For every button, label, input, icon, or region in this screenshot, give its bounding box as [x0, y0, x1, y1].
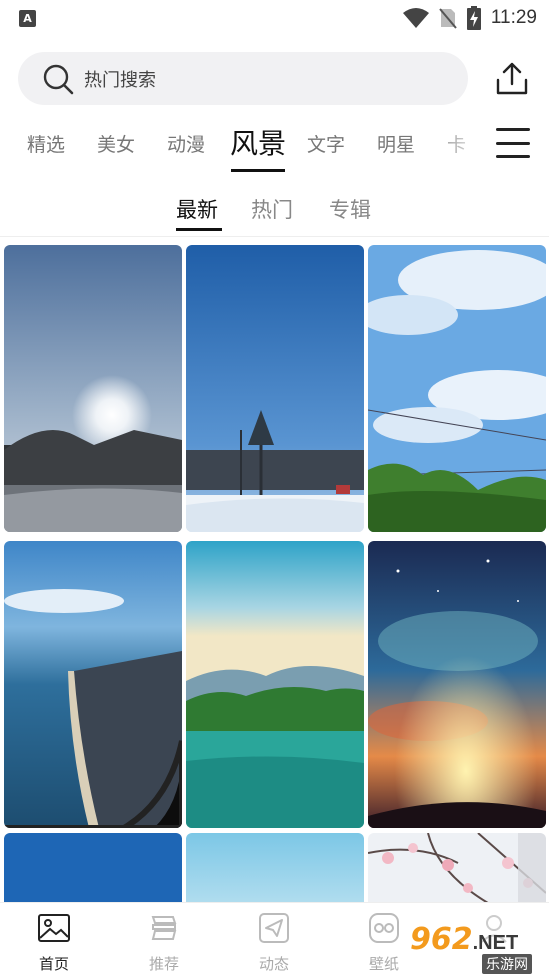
tab-category-6[interactable]: 卡	[447, 130, 466, 157]
tab-category-1[interactable]: 美女	[97, 130, 135, 157]
image-icon	[38, 914, 70, 942]
category-tabs: 精选 美女 动漫 风景 文字 明星 卡	[0, 118, 549, 174]
nav-recommend[interactable]: 推荐	[124, 911, 204, 974]
wallpaper-tile[interactable]	[186, 245, 364, 532]
wallpaper-image	[368, 541, 546, 828]
wifi-icon	[402, 8, 429, 28]
wallpaper-image	[4, 833, 182, 902]
subtab-0[interactable]: 最新	[176, 194, 218, 224]
active-subtab-indicator	[176, 228, 222, 231]
clock: 11:29	[490, 7, 537, 28]
wallpaper-tile[interactable]	[368, 833, 546, 902]
subtab-1[interactable]: 热门	[251, 194, 293, 224]
wallpaper-tile[interactable]	[4, 833, 182, 902]
tab-category-3[interactable]: 风景	[230, 122, 286, 162]
search-placeholder: 热门搜索	[84, 69, 156, 91]
nav-home[interactable]: 首页	[14, 911, 94, 974]
menu-line	[496, 141, 530, 145]
notification-a-icon: A	[19, 10, 36, 27]
menu-line	[496, 128, 530, 131]
active-tab-indicator	[231, 169, 285, 172]
search-input[interactable]: 热门搜索	[18, 52, 468, 105]
nav-label: 首页	[38, 955, 69, 973]
search-icon	[43, 64, 74, 94]
tab-category-5[interactable]: 明星	[377, 130, 415, 157]
tab-category-0[interactable]: 精选	[27, 130, 65, 157]
tab-category-4[interactable]: 文字	[307, 130, 345, 157]
wallpaper-tile[interactable]	[4, 541, 182, 828]
tab-category-2[interactable]: 动漫	[167, 130, 205, 157]
recommend-icon	[151, 916, 177, 940]
wallpaper-image	[186, 541, 364, 828]
wallpaper-image	[186, 833, 364, 902]
subtab-2[interactable]: 专辑	[329, 194, 371, 224]
battery-charging-icon	[466, 6, 481, 30]
wallpaper-image	[368, 833, 546, 902]
upload-icon[interactable]	[493, 60, 531, 98]
wallpaper-icon	[369, 913, 399, 943]
wallpaper-image	[368, 245, 546, 532]
wallpaper-image	[186, 245, 364, 532]
watermark-logo: 962.NET 乐游网	[410, 922, 545, 974]
watermark-number: 962	[410, 922, 473, 957]
nav-label: 动态	[258, 955, 289, 973]
wallpaper-image	[4, 245, 182, 532]
wallpaper-image	[4, 541, 182, 828]
wallpaper-tile[interactable]	[368, 245, 546, 532]
wallpaper-tile[interactable]	[368, 541, 546, 828]
watermark-domain: .NET	[472, 932, 519, 954]
status-bar: A 11:29	[0, 0, 549, 36]
menu-icon[interactable]	[496, 124, 530, 162]
menu-line	[496, 155, 530, 158]
wallpaper-tile[interactable]	[4, 245, 182, 532]
watermark-subtitle: 乐游网	[482, 954, 532, 974]
paper-plane-icon	[259, 913, 289, 943]
wallpaper-tile[interactable]	[186, 541, 364, 828]
no-sim-icon	[439, 8, 457, 29]
wallpaper-tile[interactable]	[186, 833, 364, 902]
status-icons: 11:29	[402, 6, 537, 30]
wallpaper-grid	[0, 236, 549, 902]
nav-label: 推荐	[148, 955, 179, 973]
nav-feed[interactable]: 动态	[234, 911, 314, 974]
